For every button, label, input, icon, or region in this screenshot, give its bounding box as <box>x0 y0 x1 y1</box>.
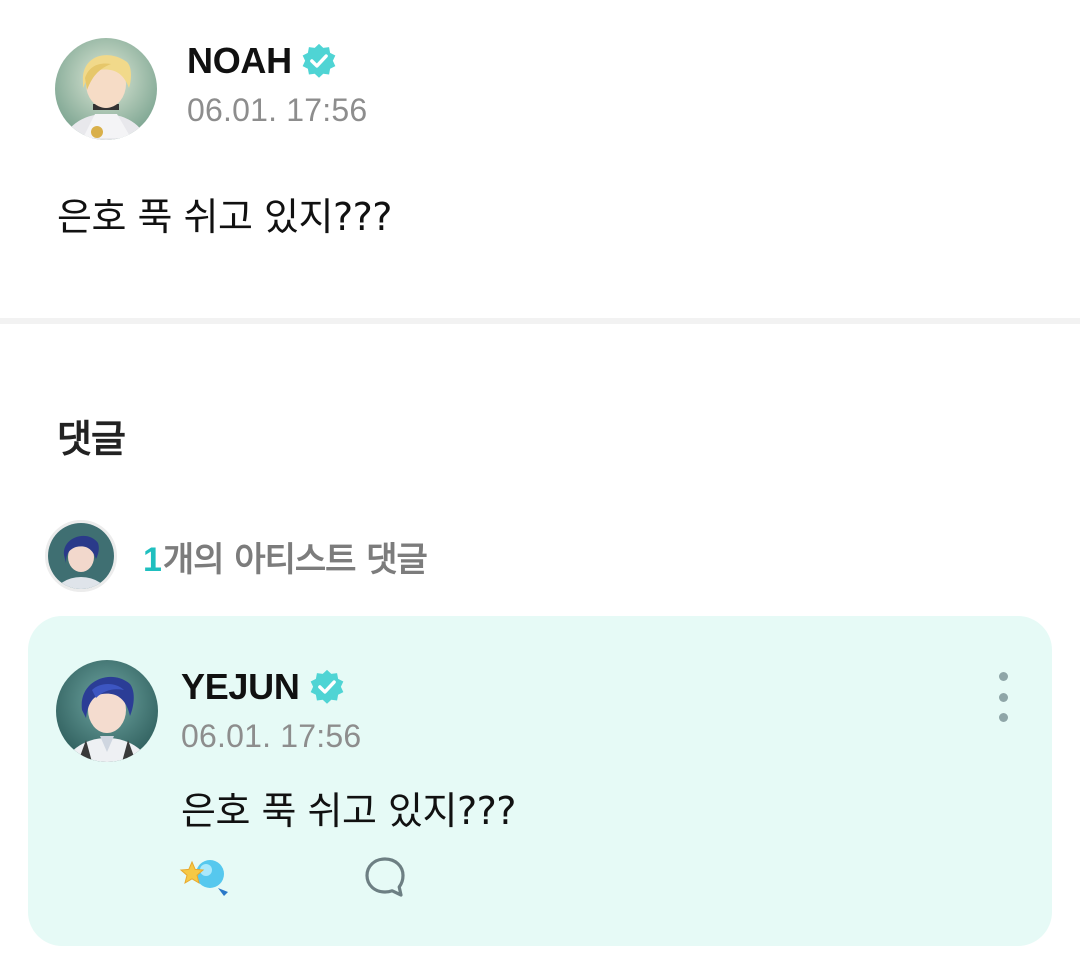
comment-actions <box>178 852 408 902</box>
post-body: 은호 푹 쉬고 있지??? <box>57 195 392 239</box>
more-options-button[interactable] <box>988 672 1018 722</box>
section-divider <box>0 318 1080 324</box>
yejun-mini-avatar-image <box>48 523 114 589</box>
artist-mini-avatar <box>45 520 117 592</box>
artist-comments-label: 1 개의 아티스트 댓글 <box>143 532 428 581</box>
commenter-name-row: YEJUN <box>181 666 346 708</box>
verified-badge-icon <box>302 43 336 78</box>
comment-body: 은호 푹 쉬고 있지??? <box>181 789 516 833</box>
comment-card: YEJUN 06.01. 17:56 은호 푹 쉬고 있지??? <box>28 616 1052 946</box>
comments-heading: 댓글 <box>57 417 126 461</box>
yejun-avatar-image <box>56 660 158 762</box>
artist-comment-label-text: 개의 아티스트 댓글 <box>162 539 428 580</box>
author-name-row: NOAH <box>187 40 338 82</box>
noah-avatar-image <box>55 38 157 140</box>
more-vertical-icon-dot <box>998 713 1008 722</box>
commenter-name[interactable]: YEJUN <box>181 666 300 708</box>
more-vertical-icon <box>998 672 1008 681</box>
like-button[interactable] <box>178 852 234 902</box>
speech-bubble-icon <box>365 857 405 897</box>
post: NOAH 06.01. 17:56 은호 푹 쉬고 있지??? <box>0 0 1080 318</box>
artist-comment-count: 1 <box>143 540 162 579</box>
author-avatar[interactable] <box>55 38 157 140</box>
comment-timestamp: 06.01. 17:56 <box>181 718 362 754</box>
more-vertical-icon-dot <box>998 692 1008 702</box>
verified-badge-icon <box>310 669 343 704</box>
artist-comments-summary[interactable]: 1 개의 아티스트 댓글 <box>45 520 428 592</box>
post-timestamp: 06.01. 17:56 <box>187 92 368 128</box>
star-light-icon <box>179 860 228 896</box>
reply-button[interactable] <box>362 854 408 900</box>
commenter-avatar[interactable] <box>56 660 158 762</box>
author-name[interactable]: NOAH <box>187 40 292 82</box>
